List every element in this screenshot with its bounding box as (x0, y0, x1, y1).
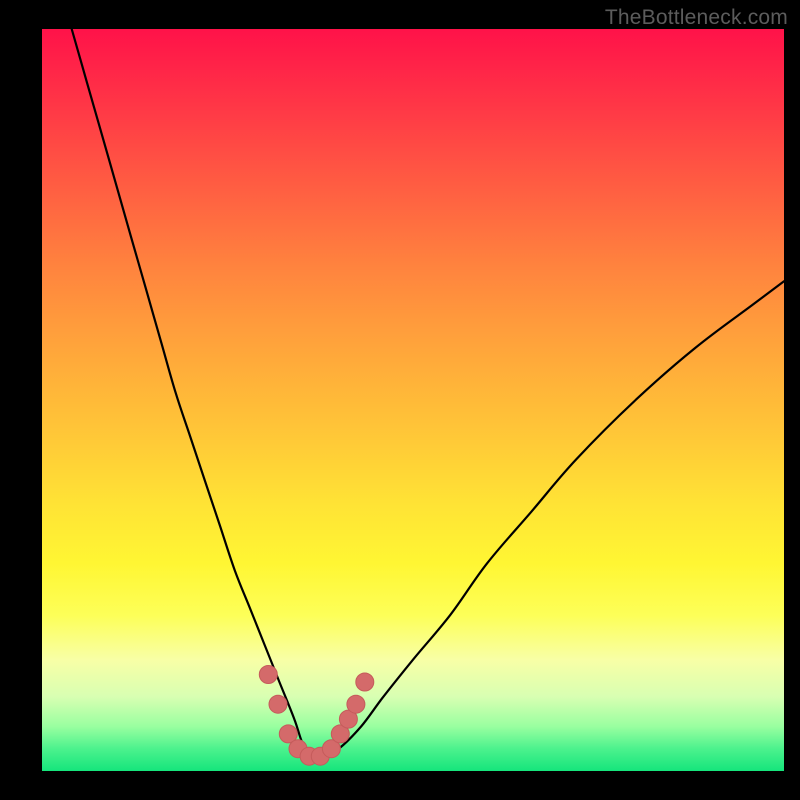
marker-group (259, 666, 374, 766)
chart-overlay (42, 29, 784, 771)
curve-marker (356, 673, 374, 691)
curve-marker (269, 695, 287, 713)
outer-frame: TheBottleneck.com (0, 0, 800, 800)
bottleneck-curve (72, 29, 784, 758)
curve-marker (347, 695, 365, 713)
curve-marker (259, 666, 277, 684)
watermark-text: TheBottleneck.com (605, 6, 788, 30)
